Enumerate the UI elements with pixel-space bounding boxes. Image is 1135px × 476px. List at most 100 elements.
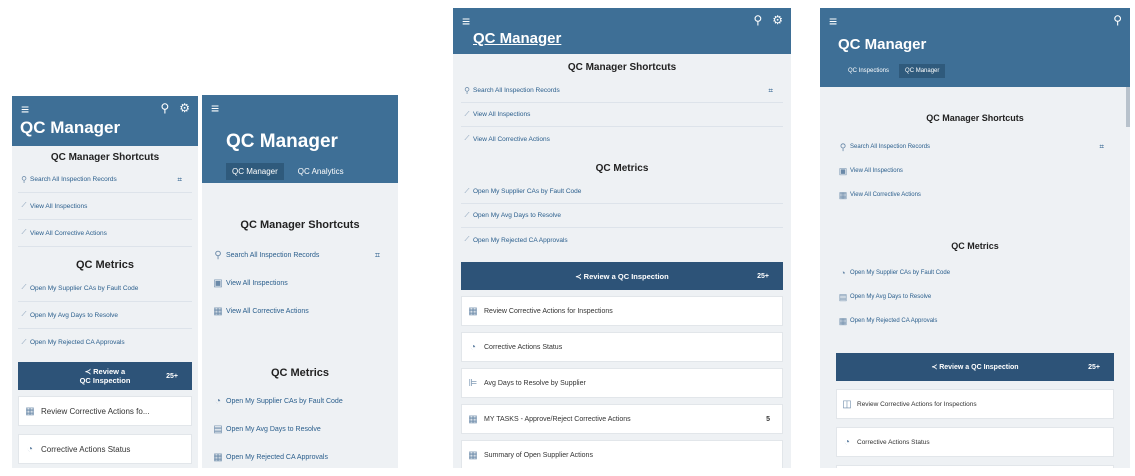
panel-phone-2: ≡ QC Manager QC Manager QC Analytics QC … bbox=[202, 95, 398, 468]
line-chart-icon: ⟋ bbox=[21, 229, 27, 236]
shortcuts-title: QC Manager Shortcuts bbox=[240, 219, 360, 231]
avg-days-link[interactable]: ⟋ Open My Avg Days to Resolve bbox=[18, 302, 192, 329]
avg-days-link[interactable]: ▤ Open My Avg Days to Resolve bbox=[836, 285, 1114, 309]
partial-card[interactable]: ⊫ bbox=[836, 465, 1114, 468]
app-header: ≡ ⚲ QC Manager QC Inspections QC Manager bbox=[820, 8, 1130, 87]
review-inspection-button[interactable]: ≺ Review a QC Inspection 25+ bbox=[18, 362, 192, 390]
summary-card[interactable]: ▦ Summary of Open Supplier Actions bbox=[461, 440, 783, 468]
bar-chart-icon: ⊫ bbox=[468, 377, 478, 389]
gear-icon[interactable]: ⚙ bbox=[772, 13, 783, 27]
scrollbar[interactable] bbox=[1126, 87, 1130, 127]
pie-chart-icon: ◔ bbox=[843, 436, 851, 448]
line-chart-icon: ⟋ bbox=[21, 338, 27, 346]
page-title: QC Manager bbox=[226, 131, 338, 152]
review-inspection-button[interactable]: ≺ Review a QC Inspection 25+ bbox=[836, 353, 1114, 381]
share-icon: ≺ bbox=[575, 271, 584, 281]
search-inspections-link[interactable]: ⚲ Search All Inspection Records ⌗ bbox=[210, 241, 390, 269]
inspection-count-badge: 25+ bbox=[166, 372, 178, 380]
inspection-count-badge: 25+ bbox=[757, 272, 769, 280]
search-icon: ⚲ bbox=[839, 141, 847, 152]
line-chart-icon: ⟋ bbox=[464, 135, 470, 142]
review-corrective-card[interactable]: ▦ Review Corrective Actions fo... bbox=[18, 396, 192, 426]
search-icon: ⚲ bbox=[21, 175, 27, 184]
table-icon: ▦ bbox=[468, 305, 478, 317]
calendar-icon: ▣ bbox=[838, 165, 848, 176]
table-icon: ▦ bbox=[468, 449, 478, 461]
table-icon: ▦ bbox=[213, 451, 223, 463]
page-title: QC Manager bbox=[838, 36, 927, 53]
my-tasks-card[interactable]: ▦ MY TASKS - Approve/Reject Corrective A… bbox=[461, 404, 783, 434]
tab-qc-inspections[interactable]: QC Inspections bbox=[842, 64, 895, 78]
share-icon: ≺ bbox=[84, 367, 94, 376]
calendar-icon: ▣ bbox=[213, 277, 223, 289]
hamburger-icon[interactable]: ≡ bbox=[462, 14, 470, 28]
shortcuts-title: QC Manager Shortcuts bbox=[926, 113, 1024, 123]
shortcuts-title: QC Manager Shortcuts bbox=[567, 62, 677, 73]
line-chart-icon: ⟋ bbox=[464, 110, 470, 118]
barcode-scan-icon[interactable]: ⌗ bbox=[375, 250, 380, 261]
task-count-badge: 5 bbox=[766, 415, 770, 423]
table-icon: ▦ bbox=[213, 305, 223, 317]
view-corrective-link[interactable]: ▦ View All Corrective Actions bbox=[210, 297, 390, 325]
table-icon: ▦ bbox=[838, 315, 848, 326]
tab-qc-manager[interactable]: QC Manager bbox=[899, 64, 946, 78]
app-header: ≡ QC Manager QC Manager QC Analytics bbox=[202, 95, 398, 183]
pie-chart-icon: ◔ bbox=[840, 268, 846, 278]
search-icon[interactable]: ⚲ bbox=[160, 101, 169, 115]
columns-icon: ◫ bbox=[842, 398, 852, 410]
barcode-scan-icon[interactable]: ⌗ bbox=[177, 175, 182, 185]
pie-chart-icon: ◔ bbox=[26, 443, 34, 455]
metrics-title: QC Metrics bbox=[951, 241, 999, 251]
panel-tablet-1: ≡ ⚲ ⚙ QC Manager QC Manager Shortcuts ⚲ S… bbox=[453, 8, 791, 468]
corrective-status-card[interactable]: ◔ Corrective Actions Status bbox=[836, 427, 1114, 457]
share-icon: ≺ bbox=[931, 364, 940, 371]
page-title: QC Manager bbox=[473, 30, 562, 47]
rejected-approvals-link[interactable]: ▦ Open My Rejected CA Approvals bbox=[210, 443, 390, 468]
search-inspections-link[interactable]: ⚲ Search All Inspection Records ⌗ bbox=[836, 135, 1114, 159]
hamburger-icon[interactable]: ≡ bbox=[211, 101, 219, 115]
metrics-title: QC Metrics bbox=[75, 259, 135, 271]
tab-qc-analytics[interactable]: QC Analytics bbox=[292, 163, 350, 180]
hamburger-icon[interactable]: ≡ bbox=[21, 102, 29, 116]
line-chart-icon: ⟋ bbox=[464, 236, 470, 243]
view-inspections-link[interactable]: ▣ View All Inspections bbox=[210, 269, 390, 297]
gear-icon[interactable]: ⚙ bbox=[179, 101, 190, 115]
line-chart-icon: ⟋ bbox=[21, 202, 27, 209]
review-inspection-button[interactable]: ≺ Review a QC Inspection 25+ bbox=[461, 262, 783, 290]
avg-days-link[interactable]: ⟋ Open My Avg Days to Resolve bbox=[461, 204, 783, 228]
line-chart-icon: ⟋ bbox=[21, 311, 27, 318]
hamburger-icon[interactable]: ≡ bbox=[829, 14, 837, 28]
view-inspections-link[interactable]: ▣ View All Inspections bbox=[836, 159, 1114, 183]
view-corrective-link[interactable]: ⟋ View All Corrective Actions bbox=[18, 220, 192, 247]
supplier-cas-link[interactable]: ⟋ Open My Supplier CAs by Fault Code bbox=[18, 275, 192, 302]
avg-days-link[interactable]: ▤ Open My Avg Days to Resolve bbox=[210, 415, 390, 443]
review-corrective-card[interactable]: ▦ Review Corrective Actions for Inspecti… bbox=[461, 296, 783, 326]
view-inspections-link[interactable]: ⟋ View All Inspections bbox=[461, 103, 783, 127]
pie-chart-icon: ◔ bbox=[469, 341, 477, 353]
barcode-scan-icon[interactable]: ⌗ bbox=[1099, 142, 1104, 152]
search-icon[interactable]: ⚲ bbox=[1113, 13, 1122, 27]
line-chart-icon: ⟋ bbox=[464, 187, 470, 195]
line-chart-icon: ⟋ bbox=[464, 211, 470, 219]
barcode-scan-icon[interactable]: ⌗ bbox=[768, 86, 773, 96]
corrective-status-card[interactable]: ◔ Corrective Actions Status bbox=[461, 332, 783, 362]
table-icon: ▦ bbox=[25, 405, 35, 417]
tab-qc-manager[interactable]: QC Manager bbox=[226, 163, 284, 180]
rejected-approvals-link[interactable]: ⟋ Open My Rejected CA Approvals bbox=[18, 329, 192, 356]
search-inspections-link[interactable]: ⚲ Search All Inspection Records ⌗ bbox=[18, 167, 192, 193]
table-icon: ▦ bbox=[468, 413, 478, 425]
rejected-approvals-link[interactable]: ⟋ Open My Rejected CA Approvals bbox=[461, 228, 783, 252]
view-corrective-link[interactable]: ▦ View All Corrective Actions bbox=[836, 183, 1114, 207]
supplier-cas-link[interactable]: ◔ Open My Supplier CAs by Fault Code bbox=[836, 261, 1114, 285]
view-corrective-link[interactable]: ⟋ View All Corrective Actions bbox=[461, 127, 783, 151]
avg-days-supplier-card[interactable]: ⊫ Avg Days to Resolve by Supplier bbox=[461, 368, 783, 398]
shortcuts-title: QC Manager Shortcuts bbox=[50, 152, 160, 163]
supplier-cas-link[interactable]: ⟋ Open My Supplier CAs by Fault Code bbox=[461, 180, 783, 204]
search-inspections-link[interactable]: ⚲ Search All Inspection Records ⌗ bbox=[461, 79, 783, 103]
rejected-approvals-link[interactable]: ▦ Open My Rejected CA Approvals bbox=[836, 309, 1114, 333]
view-inspections-link[interactable]: ⟋ View All Inspections bbox=[18, 193, 192, 220]
review-corrective-card[interactable]: ◫ Review Corrective Actions for Inspecti… bbox=[836, 389, 1114, 419]
supplier-cas-link[interactable]: ◔ Open My Supplier CAs by Fault Code bbox=[210, 387, 390, 415]
corrective-status-card[interactable]: ◔ Corrective Actions Status bbox=[18, 434, 192, 464]
search-icon[interactable]: ⚲ bbox=[753, 13, 762, 27]
